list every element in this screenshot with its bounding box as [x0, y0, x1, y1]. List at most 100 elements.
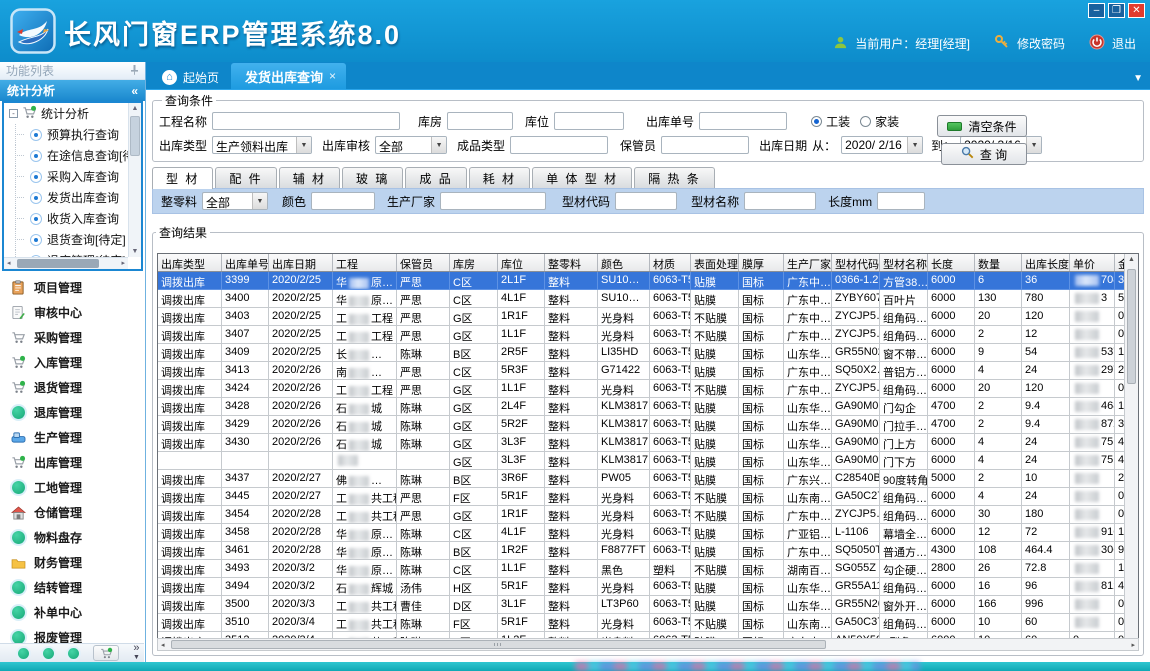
radio-work-install[interactable]: 工装: [811, 113, 850, 130]
sidebar-item[interactable]: 审核中心: [0, 300, 145, 325]
date-from-select[interactable]: 2020/ 2/16▼: [841, 136, 923, 154]
tree-horizontal-scrollbar[interactable]: ◂ ▸: [4, 257, 128, 269]
overflow-chevron[interactable]: »▼: [133, 644, 140, 662]
sidebar-item[interactable]: 入库管理: [0, 350, 145, 375]
table-row[interactable]: 调拨出库33992020/2/25华原…严思C区2L1F整料SU10…6063-…: [158, 272, 1124, 290]
sidebar-item[interactable]: 补单中心: [0, 600, 145, 625]
tree-item[interactable]: 在途信息查询[待: [4, 145, 128, 166]
table-row[interactable]: 调拨出库34032020/2/25工工程严思G区1R1F整料光身料6063-T5…: [158, 308, 1124, 326]
clear-conditions-button[interactable]: 清空条件: [937, 115, 1027, 137]
dot-icon[interactable]: [68, 648, 79, 659]
table-row[interactable]: 调拨出库34942020/3/2石辉城汤伟H区5R1F整料光身料6063-T5贴…: [158, 578, 1124, 596]
tree-item[interactable]: 收货入库查询: [4, 208, 128, 229]
scrollbar-thumb[interactable]: [1127, 269, 1136, 384]
column-header[interactable]: 工程: [333, 254, 397, 271]
tree-item[interactable]: 退货查询[待定]: [4, 229, 128, 250]
material-tab[interactable]: 成 品: [405, 167, 466, 188]
location-input[interactable]: [554, 112, 624, 130]
search-button[interactable]: 查 询: [941, 143, 1027, 165]
sidebar-group-header[interactable]: 统计分析 «: [0, 80, 145, 101]
column-header[interactable]: 单价: [1070, 254, 1115, 271]
keeper-input[interactable]: [661, 136, 749, 154]
tree-item[interactable]: 退库管理[待定]: [4, 250, 128, 257]
sidebar-item[interactable]: 生产管理: [0, 425, 145, 450]
tab-shipment-outbound-query[interactable]: 发货出库查询 ×: [231, 63, 346, 89]
column-header[interactable]: 型材名称: [880, 254, 928, 271]
tree-item[interactable]: 预算执行查询: [4, 124, 128, 145]
scrollbar-thumb[interactable]: [130, 116, 140, 156]
pin-icon[interactable]: [130, 64, 139, 78]
column-header[interactable]: 整零料: [545, 254, 598, 271]
table-row[interactable]: G区3L3F整料KLM38176063-T5贴膜国标山东华…GA90M09.门下…: [158, 452, 1124, 470]
scrollbar-thumb[interactable]: [17, 259, 99, 268]
sidebar-item[interactable]: 项目管理: [0, 275, 145, 300]
profile-code-input[interactable]: [615, 192, 677, 210]
column-header[interactable]: 长度: [928, 254, 975, 271]
material-tab[interactable]: 配 件: [215, 167, 276, 188]
length-mm-input[interactable]: [877, 192, 925, 210]
sidebar-item[interactable]: 财务管理: [0, 550, 145, 575]
tree-expander-icon[interactable]: -: [9, 109, 18, 118]
column-header[interactable]: 库位: [498, 254, 545, 271]
outbound-audit-select[interactable]: 全部▼: [375, 136, 447, 154]
table-row[interactable]: 调拨出库34292020/2/26石城陈琳G区5R2F整料KLM38176063…: [158, 416, 1124, 434]
scroll-right-icon[interactable]: ▸: [1131, 641, 1135, 649]
minimize-button[interactable]: –: [1088, 3, 1105, 18]
material-tab[interactable]: 单 体 型 材: [532, 167, 632, 188]
column-header[interactable]: 膜厚: [739, 254, 784, 271]
manufacturer-input[interactable]: [440, 192, 546, 210]
column-header[interactable]: 金额: [1115, 254, 1124, 271]
column-header[interactable]: 数量: [975, 254, 1022, 271]
sidebar-item[interactable]: 工地管理: [0, 475, 145, 500]
outbound-order-input[interactable]: [699, 112, 787, 130]
column-header[interactable]: 库房: [450, 254, 498, 271]
table-row[interactable]: 调拨出库34092020/2/25长…陈琳B区2R5F整料LI35HD6063-…: [158, 344, 1124, 362]
material-tab[interactable]: 型 材: [152, 167, 213, 189]
table-row[interactable]: 调拨出库34132020/2/26南…严思C区5R3F整料G714226063-…: [158, 362, 1124, 380]
material-tab[interactable]: 耗 材: [469, 167, 530, 188]
column-header[interactable]: 出库单号: [222, 254, 269, 271]
column-header[interactable]: 材质: [650, 254, 691, 271]
table-row[interactable]: 调拨出库34582020/2/28华原…陈琳C区4L1F整料光身料6063-T5…: [158, 524, 1124, 542]
material-tab[interactable]: 辅 材: [279, 167, 340, 188]
sidebar-item[interactable]: 退货管理: [0, 375, 145, 400]
table-row[interactable]: 调拨出库34002020/2/25华原…严思C区4L1F整料SU10…6063-…: [158, 290, 1124, 308]
sidebar-item[interactable]: 采购管理: [0, 325, 145, 350]
table-row[interactable]: 调拨出库34932020/3/2华原…陈琳C区1L1F整料黑色塑料不贴膜国标湖南…: [158, 560, 1124, 578]
table-row[interactable]: 调拨出库34542020/2/28工共工程严思G区1R1F整料光身料6063-T…: [158, 506, 1124, 524]
material-tab[interactable]: 隔 热 条: [634, 167, 715, 188]
radio-home-install[interactable]: 家装: [860, 113, 899, 130]
profile-name-input[interactable]: [744, 192, 816, 210]
column-header[interactable]: 颜色: [598, 254, 650, 271]
sidebar-item[interactable]: 出库管理: [0, 450, 145, 475]
table-row[interactable]: 调拨出库35002020/3/3工共工程曹佳D区3L1F整料LT3P606063…: [158, 596, 1124, 614]
dot-icon[interactable]: [43, 648, 54, 659]
column-header[interactable]: 保管员: [397, 254, 450, 271]
sidebar-item[interactable]: 退库管理: [0, 400, 145, 425]
grid-vertical-scrollbar[interactable]: ▲ ▼: [1124, 254, 1138, 649]
column-header[interactable]: 型材代码: [832, 254, 880, 271]
collapse-icon[interactable]: «: [131, 84, 138, 98]
tab-list-dropdown-icon[interactable]: ▼: [1133, 73, 1143, 84]
scroll-up-icon[interactable]: ▲: [129, 105, 141, 112]
material-tab[interactable]: 玻 璃: [342, 167, 403, 188]
warehouse-input[interactable]: [447, 112, 513, 130]
tree-vertical-scrollbar[interactable]: ▲ ▼: [128, 103, 141, 257]
grid-horizontal-scrollbar[interactable]: ◂ ▸: [157, 638, 1139, 651]
table-row[interactable]: 调拨出库34282020/2/26石城陈琳G区2L4F整料KLM38176063…: [158, 398, 1124, 416]
column-header[interactable]: 出库长度: [1022, 254, 1070, 271]
table-row[interactable]: 调拨出库34302020/2/26石城陈琳G区3L3F整料KLM38176063…: [158, 434, 1124, 452]
table-row[interactable]: 调拨出库34612020/2/28华原…陈琳B区1R2F整料F8877FT606…: [158, 542, 1124, 560]
table-row[interactable]: 调拨出库34372020/2/27佛…陈琳B区3R6F整料PW056063-T5…: [158, 470, 1124, 488]
tree-item[interactable]: 采购入库查询: [4, 166, 128, 187]
scroll-up-icon[interactable]: ▲: [1125, 256, 1138, 263]
table-row[interactable]: 调拨出库34242020/2/26工工程严思G区1L1F整料光身料6063-T5…: [158, 380, 1124, 398]
column-header[interactable]: 出库类型: [158, 254, 222, 271]
column-header[interactable]: 表面处理: [691, 254, 739, 271]
cart-button[interactable]: [93, 645, 119, 661]
color-input[interactable]: [311, 192, 375, 210]
scroll-left-icon[interactable]: ◂: [7, 259, 11, 267]
tree-item[interactable]: 发货出库查询: [4, 187, 128, 208]
whole-part-select[interactable]: 全部▼: [202, 192, 268, 210]
logout-link[interactable]: 退出: [1112, 35, 1136, 52]
